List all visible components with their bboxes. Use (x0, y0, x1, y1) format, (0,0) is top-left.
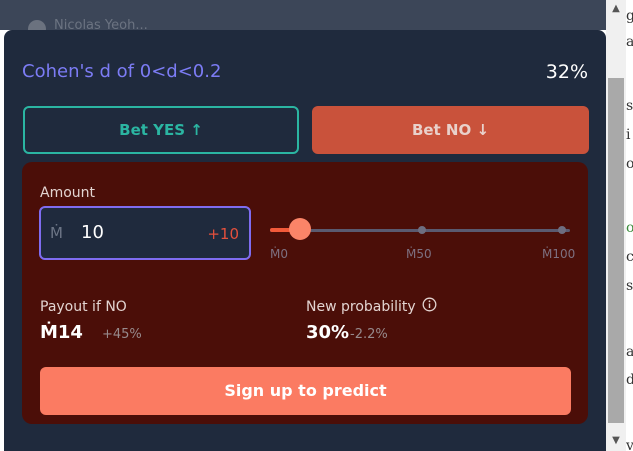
new-probability-label: New probability (306, 299, 416, 315)
amount-input[interactable]: Ṁ 10 +10 (39, 206, 251, 260)
bet-panel: Amount Ṁ 10 +10 Ṁ0 Ṁ50 Ṁ100 Payout if NO… (22, 162, 588, 424)
bet-no-button[interactable]: Bet NO ↓ (312, 106, 589, 154)
amount-value[interactable]: 10 (81, 222, 104, 243)
background-glyph: a (626, 344, 633, 360)
scroll-down-arrow-icon[interactable]: ▼ (606, 432, 626, 450)
background-glyph: c (626, 249, 633, 265)
background-glyph: v (626, 438, 633, 451)
payout-change: +45% (102, 327, 142, 342)
background-header: Nicolas Yeoh... (0, 0, 606, 38)
slider-mark-50 (418, 226, 426, 234)
payout-value: Ṁ14 (40, 322, 83, 343)
background-glyph: s (626, 278, 633, 294)
background-glyph: g (626, 8, 633, 24)
sign-up-button[interactable]: Sign up to predict (40, 367, 571, 415)
scroll-thumb[interactable] (608, 78, 624, 423)
payout-label: Payout if NO (40, 299, 127, 315)
amount-label: Amount (40, 185, 96, 201)
info-icon[interactable] (422, 297, 437, 312)
background-glyph: o (626, 220, 633, 236)
background-glyph: d (626, 372, 633, 388)
slider-tick-label: Ṁ50 (406, 247, 432, 261)
slider-tick-label: Ṁ100 (542, 247, 576, 261)
new-probability-value: 30% (306, 322, 350, 343)
background-glyph: s (626, 98, 633, 114)
scrollbar[interactable]: ▲ ▼ (606, 0, 626, 451)
amount-slider-thumb[interactable] (289, 218, 311, 240)
bet-yes-button[interactable]: Bet YES ↑ (23, 106, 299, 154)
increment-button[interactable]: +10 (207, 225, 239, 243)
new-probability-change: -2.2% (350, 327, 388, 342)
market-title: Cohen's d of 0<d<0.2 (22, 61, 222, 82)
market-probability: 32% (545, 61, 588, 83)
bet-modal: Cohen's d of 0<d<0.2 32% Bet YES ↑ Bet N… (4, 30, 606, 451)
slider-mark-100 (558, 226, 566, 234)
background-glyph: i (626, 127, 631, 143)
background-glyph: o (626, 156, 633, 172)
slider-tick-label: Ṁ0 (270, 247, 288, 261)
scroll-up-arrow-icon[interactable]: ▲ (606, 0, 626, 18)
background-glyph: a (626, 34, 633, 50)
mana-currency-icon: Ṁ (50, 224, 63, 242)
